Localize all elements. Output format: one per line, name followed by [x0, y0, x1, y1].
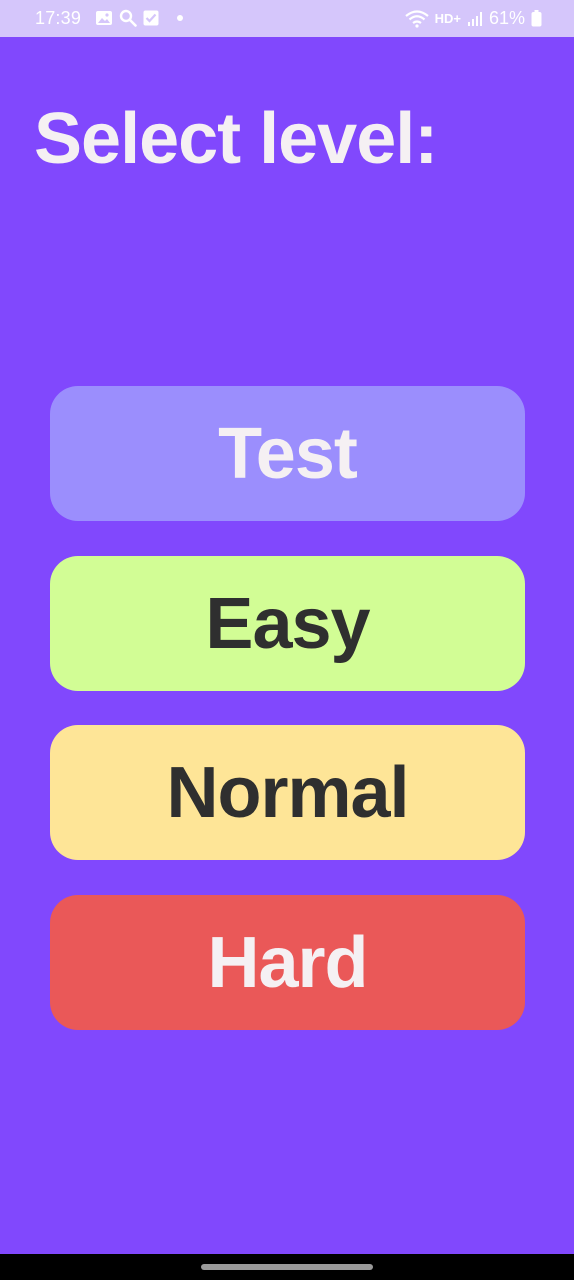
easy-level-button[interactable]: Easy — [50, 556, 525, 691]
normal-level-label: Normal — [166, 752, 409, 833]
easy-level-label: Easy — [205, 583, 370, 664]
search-icon — [119, 9, 137, 27]
status-left-icons — [95, 9, 183, 27]
hard-level-button[interactable]: Hard — [50, 895, 525, 1030]
status-bar: 17:39 HD+ 61% — [0, 0, 574, 37]
page-title: Select level: — [34, 99, 438, 179]
signal-icon — [467, 11, 483, 27]
hard-level-label: Hard — [207, 922, 368, 1003]
battery-percent: 61% — [488, 8, 525, 28]
status-time: 17:39 — [35, 8, 82, 28]
normal-level-button[interactable]: Normal — [50, 725, 525, 860]
battery-icon — [531, 10, 542, 27]
navigation-bar — [0, 1254, 574, 1280]
notification-dot — [177, 15, 183, 21]
test-level-button[interactable]: Test — [50, 386, 525, 521]
checkbox-icon — [143, 10, 159, 26]
test-level-label: Test — [218, 413, 358, 494]
wifi-icon — [404, 9, 429, 28]
image-icon — [95, 10, 113, 26]
status-right-icons: HD+ 61% — [404, 8, 542, 29]
home-gesture-handle[interactable] — [201, 1264, 373, 1270]
hd-plus-icon: HD+ — [434, 11, 461, 26]
